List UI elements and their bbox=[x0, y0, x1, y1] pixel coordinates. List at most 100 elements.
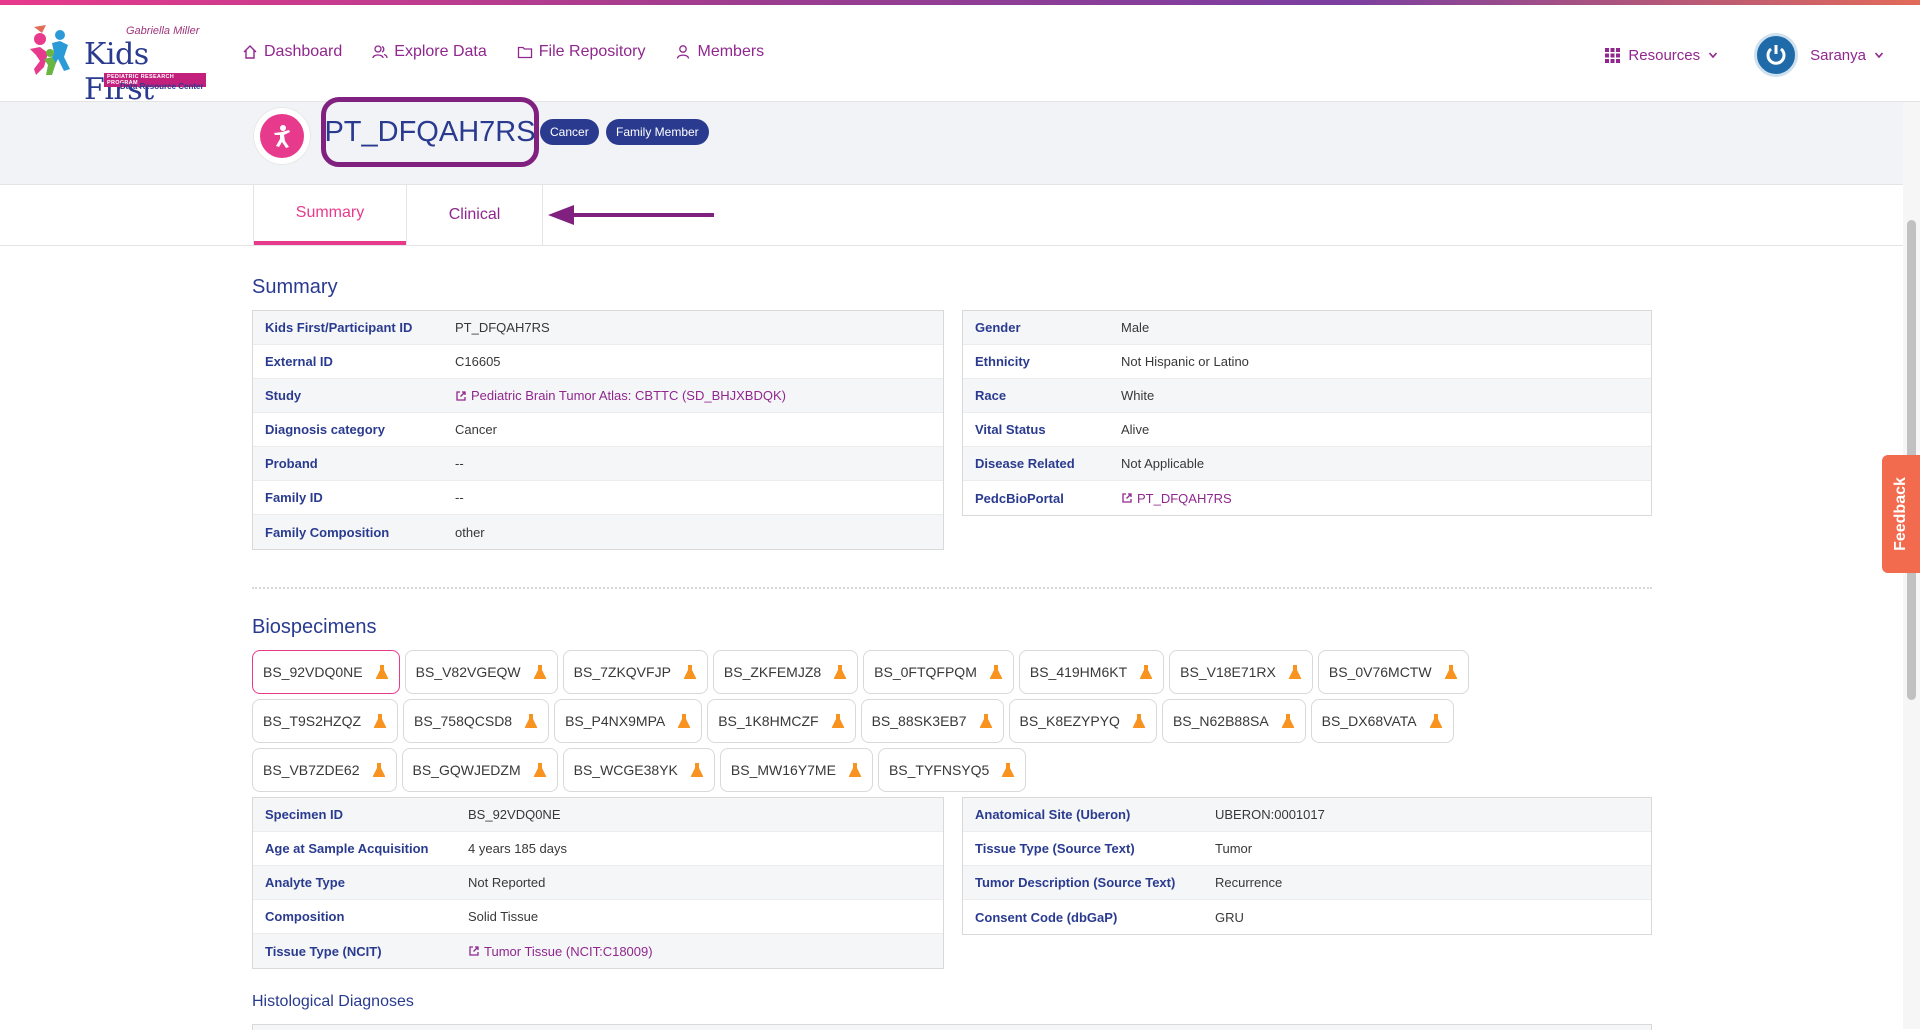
biospecimen-chip[interactable]: BS_V82VGEQW bbox=[404, 650, 558, 694]
avatar[interactable] bbox=[1754, 33, 1799, 77]
resources-menu[interactable]: Resources bbox=[1605, 47, 1718, 64]
biospecimen-chip[interactable]: BS_GQWJEDZM bbox=[401, 748, 558, 792]
biospecimen-chip[interactable]: BS_88SK3EB7 bbox=[860, 699, 1004, 743]
table-row: Race White bbox=[963, 379, 1651, 413]
table-row: Composition Solid Tissue bbox=[253, 900, 943, 934]
field-value: PT_DFQAH7RS bbox=[455, 320, 550, 335]
specimen-left-table: Specimen ID BS_92VDQ0NE Age at Sample Acqu… bbox=[252, 797, 944, 969]
field-label: External ID bbox=[265, 354, 333, 369]
biospecimen-id: BS_ZKFEMJZ8 bbox=[723, 664, 822, 680]
field-value: Male bbox=[1121, 320, 1150, 335]
biospecimen-id: BS_VB7ZDE62 bbox=[263, 762, 360, 778]
folder-icon bbox=[517, 46, 532, 59]
logo-top-text: Gabriella Miller bbox=[126, 25, 200, 37]
biospecimen-chip[interactable]: BS_T9S2HZQZ bbox=[252, 699, 399, 743]
chevron-down-icon bbox=[1709, 52, 1718, 59]
flask-icon bbox=[979, 714, 992, 728]
field-link-text: PT_DFQAH7RS bbox=[1137, 490, 1232, 506]
flask-icon bbox=[373, 714, 387, 728]
nav-members[interactable]: Members bbox=[675, 43, 764, 61]
feedback-button[interactable]: Feedback bbox=[1882, 455, 1920, 573]
field-value: C16605 bbox=[455, 354, 501, 369]
biospecimens-heading: Biospecimens bbox=[252, 616, 377, 638]
nav-explore-data[interactable]: Explore Data bbox=[372, 43, 487, 61]
biospecimen-chip[interactable]: BS_V18E71RX bbox=[1169, 650, 1313, 694]
biospecimen-chips: BS_92VDQ0NE BS_V82VGEQW BS_7ZKQVFJP BS_ZKFE… bbox=[252, 650, 1672, 797]
biospecimen-chip[interactable]: BS_7ZKQVFJP bbox=[562, 650, 708, 694]
biospecimen-id: BS_1K8HMCZF bbox=[718, 713, 819, 729]
flask-icon bbox=[690, 763, 704, 777]
table-row: Disease Related Not Applicable bbox=[963, 447, 1651, 481]
biospecimen-id: BS_V18E71RX bbox=[1180, 664, 1276, 680]
biospecimen-chip[interactable]: BS_VB7ZDE62 bbox=[252, 748, 397, 792]
field-value: GRU bbox=[1215, 909, 1244, 925]
flask-icon bbox=[834, 665, 847, 679]
nav-file-repository[interactable]: File Repository bbox=[517, 43, 645, 61]
biospecimen-chip[interactable]: BS_P4NX9MPA bbox=[554, 699, 703, 743]
table-row: External ID C16605 bbox=[253, 345, 943, 379]
biospecimen-id: BS_N62B88SA bbox=[1172, 713, 1269, 729]
biospecimen-chip[interactable]: BS_0FTQFPQM bbox=[863, 650, 1014, 694]
biospecimen-id: BS_T9S2HZQZ bbox=[263, 713, 362, 729]
biospecimen-chip[interactable]: BS_K8EZYPYQ bbox=[1008, 699, 1157, 743]
field-label: Family Composition bbox=[265, 524, 390, 540]
tabs-bar: Summary Clinical bbox=[0, 184, 1903, 246]
chip-row: BS_VB7ZDE62 BS_GQWJEDZM BS_WCGE38YK BS_MW16… bbox=[252, 748, 1672, 792]
biospecimen-chip[interactable]: BS_0V76MCTW bbox=[1317, 650, 1469, 694]
biospecimen-id: BS_K8EZYPYQ bbox=[1019, 713, 1120, 729]
field-link[interactable]: Pediatric Brain Tumor Atlas: CBTTC (SD_B… bbox=[455, 388, 786, 403]
biospecimen-id: BS_V82VGEQW bbox=[415, 664, 521, 680]
chevron-down-icon bbox=[1874, 52, 1884, 59]
field-value: Alive bbox=[1121, 422, 1150, 437]
biospecimen-chip[interactable]: BS_92VDQ0NE bbox=[252, 650, 400, 694]
biospecimen-id: BS_TYFNSYQ5 bbox=[888, 762, 990, 778]
table-row: Tissue Type (NCIT) Tumor Tissue (NCIT:C18… bbox=[253, 934, 943, 968]
field-value: Tumor bbox=[1215, 841, 1253, 856]
biospecimen-chip[interactable]: BS_WCGE38YK bbox=[562, 748, 715, 792]
user-menu[interactable]: Saranya bbox=[1810, 47, 1884, 64]
biospecimen-chip[interactable]: BS_758QCSD8 bbox=[403, 699, 550, 743]
field-label: Gender bbox=[975, 320, 1021, 335]
logo-figures-icon bbox=[30, 25, 70, 75]
summary-right-table: Gender Male Ethnicity Not Hispanic or Latin… bbox=[962, 310, 1652, 516]
resources-label: Resources bbox=[1628, 46, 1701, 64]
biospecimen-id: BS_WCGE38YK bbox=[573, 762, 678, 778]
biospecimen-id: BS_0V76MCTW bbox=[1328, 664, 1432, 680]
biospecimen-id: BS_P4NX9MPA bbox=[565, 713, 666, 729]
flask-icon bbox=[533, 665, 546, 679]
flask-icon bbox=[1139, 665, 1153, 679]
flask-icon bbox=[1444, 665, 1457, 679]
biospecimen-chip[interactable]: BS_419HM6KT bbox=[1018, 650, 1165, 694]
biospecimen-chip[interactable]: BS_DX68VATA bbox=[1310, 699, 1454, 743]
field-value: other bbox=[455, 524, 485, 540]
tab-summary[interactable]: Summary bbox=[254, 185, 406, 245]
field-value: Solid Tissue bbox=[468, 909, 539, 924]
arrow-annotation-icon bbox=[548, 205, 714, 225]
grid-icon bbox=[1605, 47, 1621, 63]
nav-dashboard[interactable]: Dashboard bbox=[242, 43, 342, 61]
field-value: Not Hispanic or Latino bbox=[1121, 354, 1249, 369]
field-label: Study bbox=[265, 388, 302, 403]
biospecimen-chip[interactable]: BS_1K8HMCZF bbox=[707, 699, 856, 743]
power-icon bbox=[1766, 45, 1786, 65]
table-row: Family ID -- bbox=[253, 481, 943, 515]
biospecimen-chip[interactable]: BS_N62B88SA bbox=[1161, 699, 1306, 743]
flask-icon bbox=[1281, 714, 1294, 728]
tab-separator bbox=[542, 185, 543, 245]
field-label: Specimen ID bbox=[265, 807, 344, 822]
biospecimen-id: BS_88SK3EB7 bbox=[871, 713, 967, 729]
field-link[interactable]: Tumor Tissue (NCIT:C18009) bbox=[468, 944, 653, 959]
biospecimen-chip[interactable]: BS_ZKFEMJZ8 bbox=[712, 650, 859, 694]
field-link[interactable]: PT_DFQAH7RS bbox=[1121, 491, 1232, 506]
field-label: Tumor Description (Source Text) bbox=[975, 875, 1176, 890]
biospecimen-chip[interactable]: BS_TYFNSYQ5 bbox=[877, 748, 1027, 792]
table-row: Age at Sample Acquisition 4 years 185 day… bbox=[253, 832, 943, 866]
kids-first-logo[interactable]: Gabriella Miller Kids First PEDIATRIC RE… bbox=[26, 19, 206, 107]
person-icon bbox=[274, 125, 290, 148]
participant-id-title: PT_DFQAH7RS bbox=[321, 97, 539, 167]
biospecimen-chip[interactable]: BS_MW16Y7ME bbox=[719, 748, 873, 792]
table-row: Ethnicity Not Hispanic or Latino bbox=[963, 345, 1651, 379]
flask-icon bbox=[524, 714, 538, 728]
table-row: Kids First/Participant ID PT_DFQAH7RS bbox=[253, 311, 943, 345]
tab-clinical[interactable]: Clinical bbox=[407, 185, 542, 245]
